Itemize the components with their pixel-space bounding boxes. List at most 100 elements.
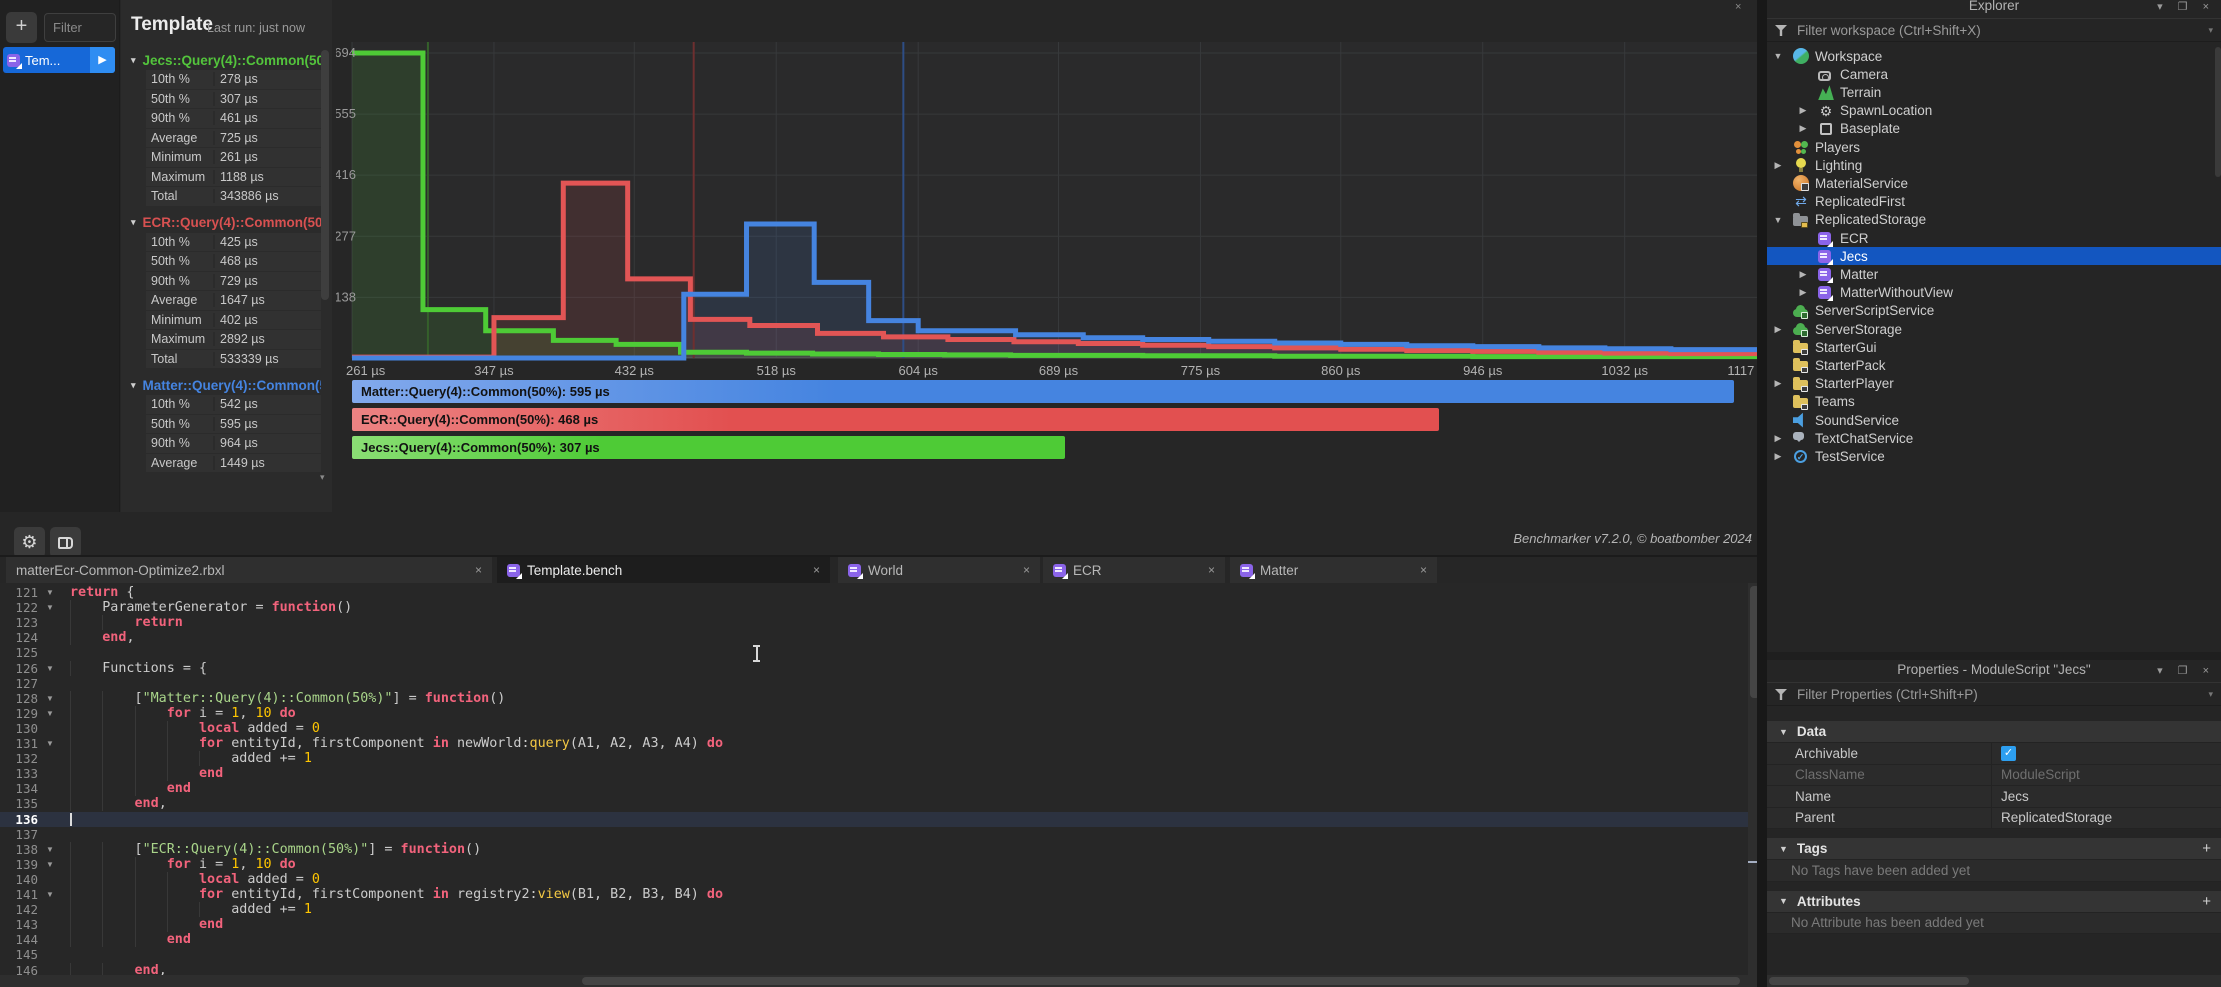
tree-item-soundservice[interactable]: SoundService xyxy=(1767,411,2221,429)
expander-closed-icon[interactable]: ▶ xyxy=(1797,105,1809,116)
tree-item-matterwithoutview[interactable]: ▶MatterWithoutView xyxy=(1767,284,2221,302)
code-text: end xyxy=(70,766,223,781)
stats-section-header[interactable]: ▾Jecs::Query(4)::Common(50%) xyxy=(125,50,321,70)
panel-close-icon[interactable]: × xyxy=(1735,1,1741,13)
property-row-parent[interactable]: ParentReplicatedStorage xyxy=(1767,808,2221,830)
stats-row: Maximum2892 µs xyxy=(146,330,321,350)
add-icon[interactable]: + xyxy=(2202,893,2211,910)
tree-item-textchatservice[interactable]: ▶TextChatService xyxy=(1767,429,2221,447)
tree-item-players[interactable]: Players xyxy=(1767,138,2221,156)
tab-template-bench[interactable]: Template.bench× xyxy=(497,557,830,583)
checkbox-checked[interactable]: ✓ xyxy=(2001,746,2016,761)
benchmark-list-item-template[interactable]: Tem... ▶ xyxy=(3,47,115,73)
fold-arrow-icon[interactable]: ▼ xyxy=(46,737,54,750)
expander-closed-icon[interactable]: ▶ xyxy=(1772,324,1784,335)
fold-arrow-icon[interactable]: ▼ xyxy=(46,843,54,856)
script-editor[interactable]: 121▼return {122▼ ParameterGenerator = fu… xyxy=(0,583,1757,977)
properties-section-data[interactable]: ▼Data xyxy=(1767,721,2221,743)
tree-item-camera[interactable]: Camera xyxy=(1767,65,2221,83)
tree-item-starterplayer[interactable]: ▶StarterPlayer xyxy=(1767,375,2221,393)
fold-arrow-icon[interactable]: ▼ xyxy=(46,662,54,675)
tab-ecr[interactable]: ECR× xyxy=(1043,557,1225,583)
run-benchmark-button[interactable]: ▶ xyxy=(90,47,115,73)
expander-closed-icon[interactable]: ▶ xyxy=(1797,287,1809,298)
fold-arrow-icon[interactable]: ▼ xyxy=(46,601,54,614)
expander-closed-icon[interactable]: ▶ xyxy=(1797,123,1809,134)
expander-closed-icon[interactable]: ▶ xyxy=(1772,433,1784,444)
tab-close-icon[interactable]: × xyxy=(1208,563,1215,577)
fold-arrow-icon[interactable]: ▼ xyxy=(46,692,54,705)
fold-arrow-icon[interactable]: ▼ xyxy=(46,858,54,871)
tree-item-serverscriptservice[interactable]: ServerScriptService xyxy=(1767,302,2221,320)
line-number: 143 xyxy=(0,917,38,932)
tree-item-jecs[interactable]: Jecs xyxy=(1767,247,2221,265)
property-value[interactable]: ReplicatedStorage xyxy=(1991,808,2221,829)
properties-section-attributes[interactable]: ▼Attributes+ xyxy=(1767,891,2221,913)
properties-section-tags[interactable]: ▼Tags+ xyxy=(1767,838,2221,860)
tree-item-terrain[interactable]: Terrain xyxy=(1767,83,2221,101)
add-icon[interactable]: + xyxy=(2202,840,2211,857)
editor-hscroll-thumb[interactable] xyxy=(582,977,1740,985)
settings-button[interactable]: ⚙ xyxy=(14,527,45,558)
stats-section-header[interactable]: ▾Matter::Query(4)::Common(50%) xyxy=(125,375,321,395)
stats-scrollbar[interactable] xyxy=(321,50,329,300)
benchmark-filter-input[interactable]: Filter xyxy=(44,13,116,42)
fold-arrow-icon[interactable]: ▼ xyxy=(46,586,54,599)
fold-arrow-icon[interactable]: ▼ xyxy=(46,888,54,901)
legend-bar[interactable]: Jecs::Query(4)::Common(50%): 307 µs xyxy=(352,436,1065,459)
properties-scrollbar-thumb[interactable] xyxy=(1769,977,1969,985)
tree-item-ecr[interactable]: ECR xyxy=(1767,229,2221,247)
tree-item-replicatedfirst[interactable]: ⇄ReplicatedFirst xyxy=(1767,193,2221,211)
property-row-classname[interactable]: ClassNameModuleScript xyxy=(1767,765,2221,787)
property-row-archivable[interactable]: Archivable✓ xyxy=(1767,743,2221,765)
explorer-panel: Explorer ▾ ❐ × Filter workspace (Ctrl+Sh… xyxy=(1767,0,2221,652)
tree-item-testservice[interactable]: ▶✓TestService xyxy=(1767,447,2221,465)
expander-closed-icon[interactable]: ▶ xyxy=(1797,269,1809,280)
legend-bar[interactable]: ECR::Query(4)::Common(50%): 468 µs xyxy=(352,408,1439,431)
docs-button[interactable] xyxy=(50,527,81,558)
stats-row: Maximum1188 µs xyxy=(146,168,321,188)
expander-closed-icon[interactable]: ▶ xyxy=(1772,378,1784,389)
tab-close-icon[interactable]: × xyxy=(1023,563,1030,577)
line-number: 126 xyxy=(0,661,38,676)
explorer-scrollbar[interactable] xyxy=(2215,47,2221,177)
tree-item-spawnlocation[interactable]: ▶⚙SpawnLocation xyxy=(1767,102,2221,120)
property-value[interactable]: ✓ xyxy=(1991,743,2221,764)
tab-close-icon[interactable]: × xyxy=(813,563,820,577)
tree-item-matter[interactable]: ▶Matter xyxy=(1767,265,2221,283)
expander-closed-icon[interactable]: ▶ xyxy=(1772,451,1784,462)
expander-closed-icon[interactable]: ▶ xyxy=(1772,160,1784,171)
tab-matterecr-common-optimize2-rbxl[interactable]: matterEcr-Common-Optimize2.rbxl× xyxy=(6,557,492,583)
tab-matter[interactable]: Matter× xyxy=(1230,557,1437,583)
tab-world[interactable]: World× xyxy=(838,557,1040,583)
tree-item-startergui[interactable]: StarterGui xyxy=(1767,338,2221,356)
property-row-name[interactable]: NameJecs xyxy=(1767,786,2221,808)
tree-item-label: ReplicatedFirst xyxy=(1815,194,1905,209)
tree-item-lighting[interactable]: ▶Lighting xyxy=(1767,156,2221,174)
tree-item-baseplate[interactable]: ▶Baseplate xyxy=(1767,120,2221,138)
expander-open-icon[interactable]: ▼ xyxy=(1772,51,1784,61)
properties-window-icons[interactable]: ▾ ❐ × xyxy=(2157,664,2215,677)
explorer-window-icons[interactable]: ▾ ❐ × xyxy=(2157,0,2215,13)
stat-label: Minimum xyxy=(146,150,215,164)
tab-close-icon[interactable]: × xyxy=(1420,563,1427,577)
explorer-filter-input[interactable]: Filter workspace (Ctrl+Shift+X) ▾ xyxy=(1767,18,2221,42)
fold-arrow-icon[interactable]: ▼ xyxy=(46,707,54,720)
tree-item-starterpack[interactable]: StarterPack xyxy=(1767,356,2221,374)
property-value[interactable]: ModuleScript xyxy=(1991,765,2221,786)
properties-filter-input[interactable]: Filter Properties (Ctrl+Shift+P) ▾ xyxy=(1767,682,2221,706)
tree-item-workspace[interactable]: ▼Workspace xyxy=(1767,47,2221,65)
expander-open-icon[interactable]: ▼ xyxy=(1772,215,1784,225)
stats-section-header[interactable]: ▾ECR::Query(4)::Common(50%) xyxy=(125,213,321,233)
tree-item-replicatedstorage[interactable]: ▼ReplicatedStorage xyxy=(1767,211,2221,229)
stat-label: Average xyxy=(146,456,215,470)
tree-item-serverstorage[interactable]: ▶ServerStorage xyxy=(1767,320,2221,338)
property-value[interactable]: Jecs xyxy=(1991,786,2221,807)
tree-item-teams[interactable]: Teams xyxy=(1767,393,2221,411)
legend-bar[interactable]: Matter::Query(4)::Common(50%): 595 µs xyxy=(352,380,1734,403)
stats-scroll-down-icon[interactable]: ▾ xyxy=(320,472,325,483)
panel-splitter[interactable] xyxy=(1757,0,1767,987)
tree-item-materialservice[interactable]: MaterialService xyxy=(1767,174,2221,192)
tab-close-icon[interactable]: × xyxy=(475,563,482,577)
add-benchmark-button[interactable]: + xyxy=(6,12,37,43)
